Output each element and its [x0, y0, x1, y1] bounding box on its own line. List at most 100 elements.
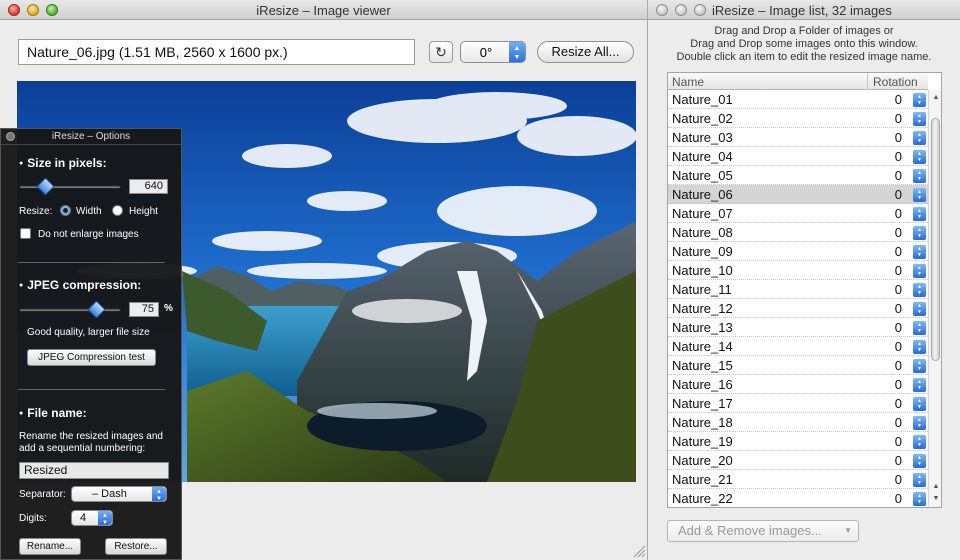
rotation-stepper-icon[interactable]: ▲ ▼: [913, 378, 926, 392]
size-input[interactable]: 640: [129, 179, 168, 194]
table-row[interactable]: Nature_07 0 ▲ ▼: [668, 204, 928, 223]
size-slider-knob[interactable]: [35, 177, 55, 196]
table-row[interactable]: Nature_16 0 ▲ ▼: [668, 375, 928, 394]
separator-select[interactable]: – Dash ▲ ▼: [71, 486, 167, 502]
viewer-titlebar[interactable]: iResize – Image viewer: [0, 0, 647, 20]
add-remove-images-button[interactable]: Add & Remove images... ▼: [667, 520, 859, 542]
rotation-stepper-icon[interactable]: ▲ ▼: [913, 131, 926, 145]
column-name-header[interactable]: Name: [672, 75, 704, 89]
separator-stepper-icon[interactable]: ▲ ▼: [152, 487, 166, 502]
rotation-stepper-icon[interactable]: ▲ ▼: [913, 473, 926, 487]
rotation-stepper-icon[interactable]: ▲ ▼: [913, 397, 926, 411]
table-row[interactable]: Nature_03 0 ▲ ▼: [668, 128, 928, 147]
angle-stepper-icon[interactable]: ▲ ▼: [509, 42, 525, 62]
table-row[interactable]: Nature_01 0 ▲ ▼: [668, 90, 928, 109]
rotation-stepper-icon[interactable]: ▲ ▼: [913, 359, 926, 373]
jpeg-slider-knob[interactable]: [86, 300, 106, 319]
jpeg-input[interactable]: 75: [129, 302, 159, 317]
scroll-down-icon[interactable]: ▼: [931, 493, 941, 505]
table-row[interactable]: Nature_08 0 ▲ ▼: [668, 223, 928, 242]
list-titlebar[interactable]: iResize – Image list, 32 images: [648, 0, 960, 20]
base-name-input[interactable]: Resized: [19, 462, 169, 479]
table-row[interactable]: Nature_04 0 ▲ ▼: [668, 147, 928, 166]
jpeg-slider[interactable]: [19, 308, 121, 312]
scroll-up-icon[interactable]: ▲: [931, 92, 941, 104]
rotation-stepper-icon[interactable]: ▲ ▼: [913, 112, 926, 126]
rotation-stepper-icon[interactable]: ▲ ▼: [913, 264, 926, 278]
table-row[interactable]: Nature_13 0 ▲ ▼: [668, 318, 928, 337]
rotate-button[interactable]: ↻: [429, 41, 453, 63]
table-row[interactable]: Nature_17 0 ▲ ▼: [668, 394, 928, 413]
digits-select[interactable]: 4 ▲ ▼: [71, 510, 113, 526]
rotation-stepper-icon[interactable]: ▲ ▼: [913, 492, 926, 506]
drop-hint: Drag and Drop some images onto this wind…: [690, 38, 918, 50]
rename-button[interactable]: Rename...: [19, 538, 81, 555]
rotation-stepper-icon[interactable]: ▲ ▼: [913, 340, 926, 354]
rotation-stepper-icon[interactable]: ▲ ▼: [913, 188, 926, 202]
restore-button[interactable]: Restore...: [105, 538, 167, 555]
rotation-stepper-icon[interactable]: ▲ ▼: [913, 226, 926, 240]
table-row[interactable]: Nature_12 0 ▲ ▼: [668, 299, 928, 318]
table-row[interactable]: Nature_02 0 ▲ ▼: [668, 109, 928, 128]
drop-hint: Double click an item to edit the resized…: [676, 51, 932, 63]
scroll-up-icon[interactable]: ▲: [931, 481, 941, 493]
table-row[interactable]: Nature_21 0 ▲ ▼: [668, 470, 928, 489]
close-window-icon[interactable]: [656, 4, 668, 16]
digits-stepper-icon[interactable]: ▲ ▼: [98, 511, 112, 526]
jpeg-test-button[interactable]: JPEG Compression test: [27, 349, 156, 366]
table-row[interactable]: Nature_10 0 ▲ ▼: [668, 261, 928, 280]
table-row[interactable]: Nature_22 0 ▲ ▼: [668, 489, 928, 507]
rotation-stepper-icon[interactable]: ▲ ▼: [913, 150, 926, 164]
rotation-stepper-icon[interactable]: ▲ ▼: [913, 283, 926, 297]
table-row[interactable]: Nature_05 0 ▲ ▼: [668, 166, 928, 185]
row-name: Nature_15: [672, 358, 733, 373]
rotation-stepper-icon[interactable]: ▲ ▼: [913, 245, 926, 259]
chevron-down-icon: ▼: [844, 526, 852, 535]
rotation-stepper-icon[interactable]: ▲ ▼: [913, 454, 926, 468]
close-panel-icon[interactable]: [6, 132, 15, 141]
rotation-stepper-icon[interactable]: ▲ ▼: [913, 435, 926, 449]
rotation-stepper-icon[interactable]: ▲ ▼: [913, 321, 926, 335]
angle-select[interactable]: 0° ▲ ▼: [460, 41, 526, 63]
row-rotation: 0: [894, 453, 902, 468]
size-slider[interactable]: [19, 185, 121, 189]
rotation-stepper-icon[interactable]: ▲ ▼: [913, 207, 926, 221]
width-radio[interactable]: [60, 205, 71, 216]
resize-all-button[interactable]: Resize All...: [537, 41, 634, 63]
table-row[interactable]: Nature_09 0 ▲ ▼: [668, 242, 928, 261]
column-rotation-header[interactable]: Rotation: [867, 73, 928, 90]
table-row[interactable]: Nature_14 0 ▲ ▼: [668, 337, 928, 356]
row-name: Nature_14: [672, 339, 733, 354]
rename-description: add a sequential numbering:: [19, 443, 146, 454]
drop-hint: Drag and Drop a Folder of images or: [714, 25, 894, 37]
table-row[interactable]: Nature_11 0 ▲ ▼: [668, 280, 928, 299]
row-rotation: 0: [894, 491, 902, 506]
row-name: Nature_01: [672, 92, 733, 107]
rotation-stepper-icon[interactable]: ▲ ▼: [913, 93, 926, 107]
height-radio[interactable]: [112, 205, 123, 216]
resize-grip-icon[interactable]: [632, 544, 646, 558]
rotation-stepper-icon[interactable]: ▲ ▼: [913, 416, 926, 430]
rotation-stepper-icon[interactable]: ▲ ▼: [913, 302, 926, 316]
jpeg-heading: JPEG compression:: [19, 278, 141, 292]
row-name: Nature_17: [672, 396, 733, 411]
do-not-enlarge-checkbox[interactable]: [20, 228, 31, 239]
rotation-stepper-icon[interactable]: ▲ ▼: [913, 169, 926, 183]
row-name: Nature_05: [672, 168, 733, 183]
table-row[interactable]: Nature_20 0 ▲ ▼: [668, 451, 928, 470]
minimize-window-icon[interactable]: [675, 4, 687, 16]
table-row[interactable]: Nature_15 0 ▲ ▼: [668, 356, 928, 375]
table-row[interactable]: Nature_19 0 ▲ ▼: [668, 432, 928, 451]
zoom-window-icon[interactable]: [694, 4, 706, 16]
row-name: Nature_16: [672, 377, 733, 392]
row-rotation: 0: [894, 225, 902, 240]
scroll-thumb[interactable]: [931, 118, 940, 361]
row-rotation: 0: [894, 320, 902, 335]
table-row[interactable]: Nature_18 0 ▲ ▼: [668, 413, 928, 432]
row-rotation: 0: [894, 130, 902, 145]
options-title: iResize – Options: [1, 129, 181, 145]
scrollbar[interactable]: ▲ ▲ ▼: [928, 90, 941, 507]
table-row[interactable]: Nature_06 0 ▲ ▼: [668, 185, 928, 204]
image-list-table[interactable]: Name Rotation Nature_01 0 ▲ ▼ Nature_02 0 ▲ ▼ Na…: [667, 72, 942, 508]
row-name: Nature_08: [672, 225, 733, 240]
